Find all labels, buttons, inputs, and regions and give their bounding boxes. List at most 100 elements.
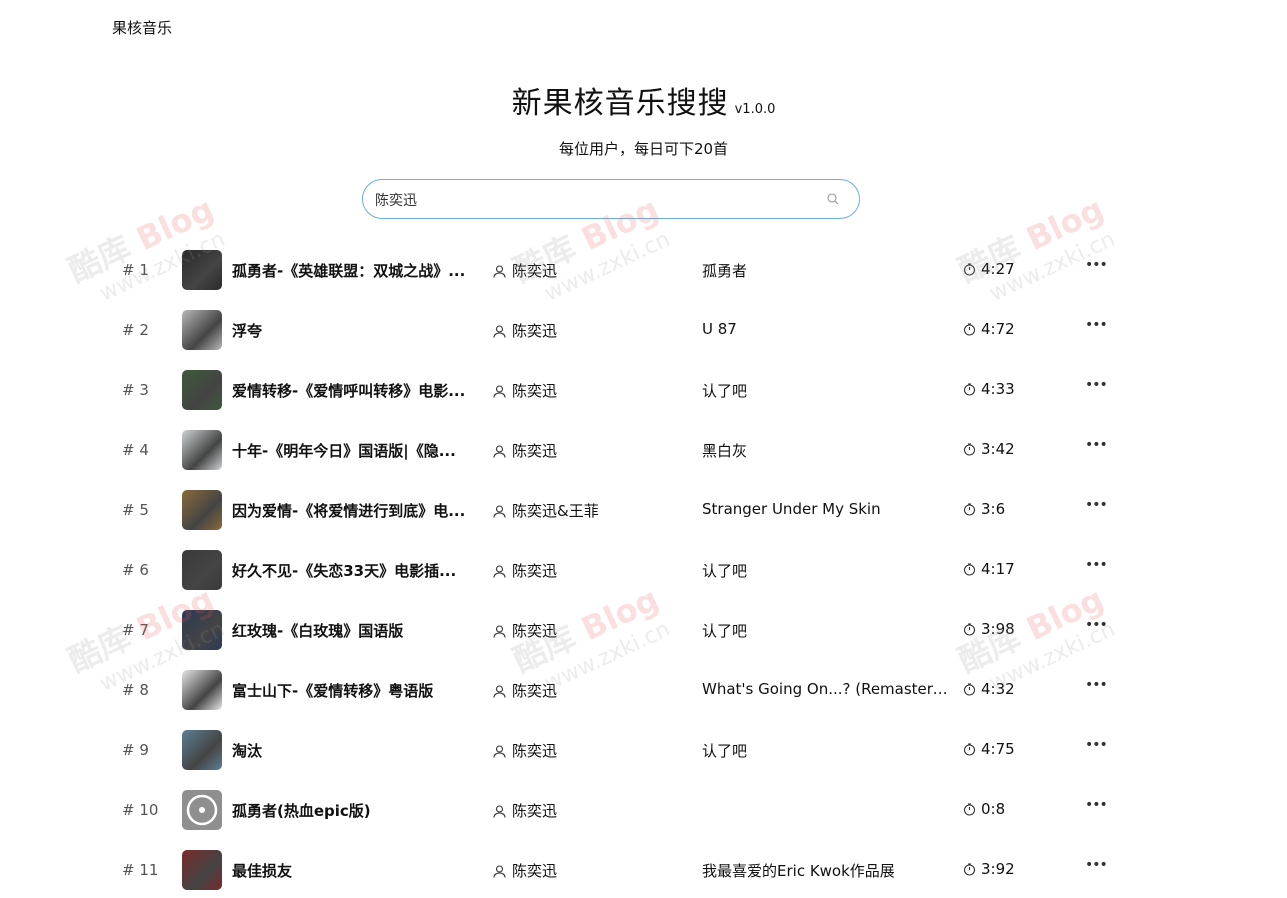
track-artist[interactable]: 陈奕迅 (493, 860, 683, 881)
timer-icon (963, 443, 976, 456)
timer-icon (963, 383, 976, 396)
track-index: # 9 (122, 741, 149, 759)
track-row[interactable]: # 5 因为爱情-《将爱情进行到底》电... 陈奕迅&王菲 Stranger Unde… (0, 480, 1287, 540)
track-artist[interactable]: 陈奕迅 (493, 260, 683, 281)
album-cover-image[interactable] (182, 610, 222, 650)
duration-value: 4:75 (981, 740, 1015, 758)
track-row[interactable]: # 1 孤勇者-《英雄联盟：双城之战》... 陈奕迅 孤勇者 4:27 ••• (0, 240, 1287, 300)
track-album[interactable]: 认了吧 (702, 740, 948, 761)
track-duration: 3:98 (963, 620, 1015, 638)
track-title[interactable]: 十年-《明年今日》国语版|《隐... (232, 440, 482, 461)
more-options-icon[interactable]: ••• (1085, 678, 1108, 698)
artist-name[interactable]: 陈奕迅 (512, 802, 557, 820)
track-album[interactable]: 孤勇者 (702, 260, 948, 281)
artist-name[interactable]: 陈奕迅 (512, 442, 557, 460)
track-row[interactable]: # 11 最佳损友 陈奕迅 我最喜爱的Eric Kwok作品展 3:92 ••• (0, 840, 1287, 898)
artist-name[interactable]: 陈奕迅 (512, 322, 557, 340)
timer-icon (963, 563, 976, 576)
album-cover-image[interactable] (182, 550, 222, 590)
track-title[interactable]: 最佳损友 (232, 860, 482, 881)
album-cover-image[interactable] (182, 310, 222, 350)
track-title[interactable]: 淘汰 (232, 740, 482, 761)
track-album[interactable]: 我最喜爱的Eric Kwok作品展 (702, 860, 948, 881)
track-album[interactable]: 黑白灰 (702, 440, 948, 461)
track-title[interactable]: 孤勇者(热血epic版) (232, 800, 482, 821)
artist-name[interactable]: 陈奕迅&王菲 (512, 502, 599, 520)
user-icon (493, 505, 506, 518)
track-artist[interactable]: 陈奕迅 (493, 620, 683, 641)
search-icon[interactable] (827, 193, 839, 205)
album-cover-image[interactable] (182, 850, 222, 890)
search-input[interactable] (373, 188, 817, 212)
track-album[interactable]: U 87 (702, 320, 948, 338)
album-cover-image[interactable] (182, 730, 222, 770)
more-options-icon[interactable]: ••• (1085, 498, 1108, 518)
track-index: # 11 (122, 861, 159, 879)
track-artist[interactable]: 陈奕迅 (493, 740, 683, 761)
artist-name[interactable]: 陈奕迅 (512, 262, 557, 280)
track-duration: 4:32 (963, 680, 1015, 698)
track-title[interactable]: 孤勇者-《英雄联盟：双城之战》... (232, 260, 482, 281)
more-options-icon[interactable]: ••• (1085, 738, 1108, 758)
track-row[interactable]: # 9 淘汰 陈奕迅 认了吧 4:75 ••• (0, 720, 1287, 780)
artist-name[interactable]: 陈奕迅 (512, 622, 557, 640)
page-title-wrap: 新果核音乐搜搜 v1.0.0 (0, 78, 1287, 122)
track-artist[interactable]: 陈奕迅 (493, 440, 683, 461)
user-icon (493, 385, 506, 398)
track-album[interactable]: Stranger Under My Skin (702, 500, 948, 518)
album-cover-image[interactable] (182, 430, 222, 470)
album-cover-image[interactable] (182, 790, 222, 830)
track-title[interactable]: 浮夸 (232, 320, 482, 341)
track-row[interactable]: # 7 红玫瑰-《白玫瑰》国语版 陈奕迅 认了吧 3:98 ••• (0, 600, 1287, 660)
track-album[interactable]: What's Going On...? (Remastere... (702, 680, 948, 698)
track-index: # 4 (122, 441, 149, 459)
more-options-icon[interactable]: ••• (1085, 558, 1108, 578)
track-title[interactable]: 爱情转移-《爱情呼叫转移》电影... (232, 380, 482, 401)
track-row[interactable]: # 8 富士山下-《爱情转移》粤语版 陈奕迅 What's Going On...? … (0, 660, 1287, 720)
track-row[interactable]: # 10 孤勇者(热血epic版) 陈奕迅 0:8 ••• (0, 780, 1287, 840)
track-title[interactable]: 红玫瑰-《白玫瑰》国语版 (232, 620, 482, 641)
more-options-icon[interactable]: ••• (1085, 438, 1108, 458)
track-album[interactable]: 认了吧 (702, 380, 948, 401)
track-artist[interactable]: 陈奕迅 (493, 560, 683, 581)
track-title[interactable]: 好久不见-《失恋33天》电影插... (232, 560, 482, 581)
duration-value: 4:17 (981, 560, 1015, 578)
more-options-icon[interactable]: ••• (1085, 318, 1108, 338)
artist-name[interactable]: 陈奕迅 (512, 562, 557, 580)
track-artist[interactable]: 陈奕迅 (493, 380, 683, 401)
more-options-icon[interactable]: ••• (1085, 258, 1108, 278)
album-cover-image[interactable] (182, 670, 222, 710)
artist-name[interactable]: 陈奕迅 (512, 862, 557, 880)
more-options-icon[interactable]: ••• (1085, 618, 1108, 638)
track-row[interactable]: # 2 浮夸 陈奕迅 U 87 4:72 ••• (0, 300, 1287, 360)
album-cover-image[interactable] (182, 250, 222, 290)
track-index: # 2 (122, 321, 149, 339)
track-artist[interactable]: 陈奕迅 (493, 320, 683, 341)
artist-name[interactable]: 陈奕迅 (512, 682, 557, 700)
page-subtitle: 每位用户，每日可下20首 (558, 140, 729, 158)
artist-name[interactable]: 陈奕迅 (512, 382, 557, 400)
user-icon (493, 325, 506, 338)
track-duration: 0:8 (963, 800, 1005, 818)
user-icon (493, 445, 506, 458)
artist-name[interactable]: 陈奕迅 (512, 742, 557, 760)
track-title[interactable]: 富士山下-《爱情转移》粤语版 (232, 680, 482, 701)
track-artist[interactable]: 陈奕迅 (493, 800, 683, 821)
track-row[interactable]: # 6 好久不见-《失恋33天》电影插... 陈奕迅 认了吧 4:17 ••• (0, 540, 1287, 600)
user-icon (493, 685, 506, 698)
timer-icon (963, 743, 976, 756)
track-duration: 4:75 (963, 740, 1015, 758)
brand-logo-text[interactable]: 果核音乐 (112, 17, 172, 38)
track-album[interactable]: 认了吧 (702, 620, 948, 641)
track-row[interactable]: # 4 十年-《明年今日》国语版|《隐... 陈奕迅 黑白灰 3:42 ••• (0, 420, 1287, 480)
more-options-icon[interactable]: ••• (1085, 798, 1108, 818)
album-cover-image[interactable] (182, 490, 222, 530)
more-options-icon[interactable]: ••• (1085, 378, 1108, 398)
track-row[interactable]: # 3 爱情转移-《爱情呼叫转移》电影... 陈奕迅 认了吧 4:33 ••• (0, 360, 1287, 420)
track-title[interactable]: 因为爱情-《将爱情进行到底》电... (232, 500, 482, 521)
album-cover-image[interactable] (182, 370, 222, 410)
track-artist[interactable]: 陈奕迅&王菲 (493, 500, 683, 521)
track-artist[interactable]: 陈奕迅 (493, 680, 683, 701)
track-album[interactable]: 认了吧 (702, 560, 948, 581)
more-options-icon[interactable]: ••• (1085, 858, 1108, 878)
